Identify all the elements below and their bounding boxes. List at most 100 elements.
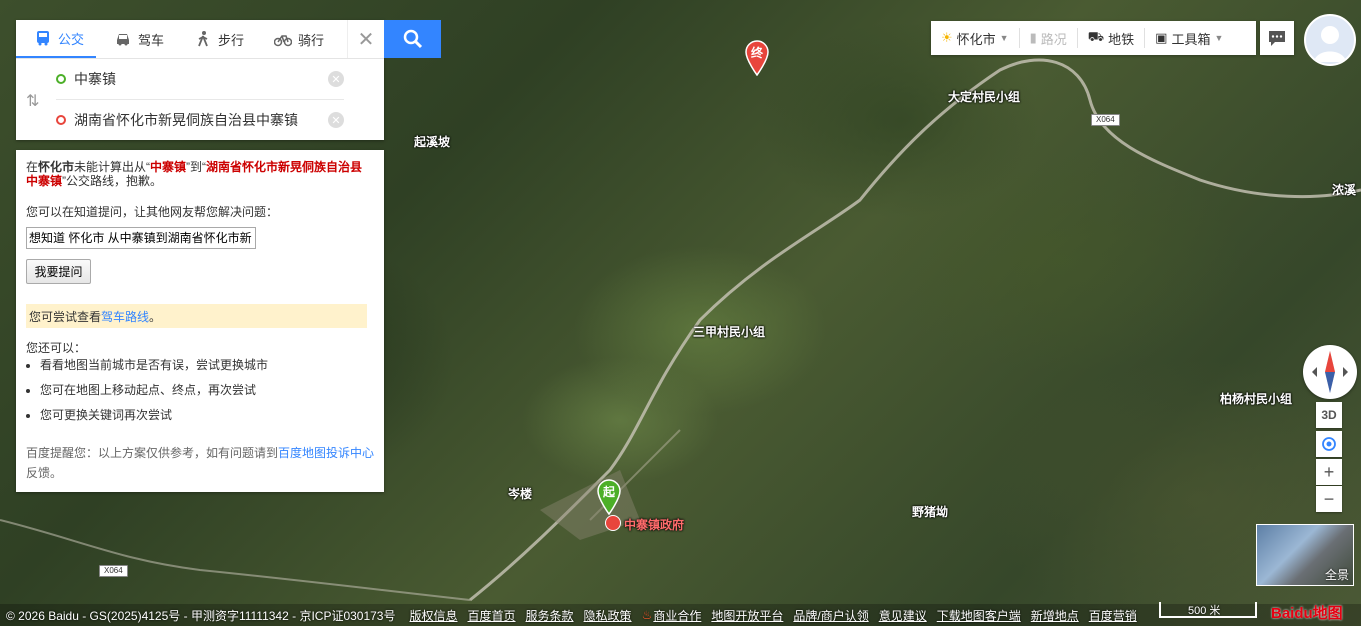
footer-link[interactable]: 隐私政策 xyxy=(584,607,632,624)
traffic-label: 路况 xyxy=(1040,31,1067,47)
traffic-light-icon: ▮ xyxy=(1029,30,1037,45)
locate-icon xyxy=(1322,437,1336,451)
footer-link[interactable]: 服务条款 xyxy=(526,607,574,624)
road-badge-x064: X064 xyxy=(1091,114,1120,126)
msg-text: ”到“ xyxy=(186,160,207,174)
start-field[interactable]: 中寨镇 ✕ xyxy=(56,59,344,100)
tab-drive[interactable]: 驾车 xyxy=(96,20,176,58)
footer-bar: © 2026 Baidu - GS(2025)4125号 - 甲测资字11111… xyxy=(0,604,1361,626)
poi-icon[interactable] xyxy=(605,515,621,531)
end-dot-icon xyxy=(56,115,66,125)
list-item: 您可更换关键词再次尝试 xyxy=(40,407,268,432)
map-label-dading: 大定村民小组 xyxy=(948,90,1021,104)
scale-label: 500 米 xyxy=(1188,605,1221,617)
map-label-yezhuao: 野猪坳 xyxy=(912,505,949,519)
map-label-baiyang: 柏杨村民小组 xyxy=(1220,392,1293,406)
subway-button[interactable]: ⛟ 地铁 xyxy=(1078,28,1146,48)
driving-route-link[interactable]: 驾车路线 xyxy=(101,308,149,325)
map-label-sanjia: 三甲村民小组 xyxy=(693,325,766,339)
tab-bike[interactable]: 骑行 xyxy=(256,20,336,58)
tab-walk[interactable]: 步行 xyxy=(176,20,256,58)
clear-end-icon[interactable]: ✕ xyxy=(328,112,344,128)
toolbox-dropdown[interactable]: ▣ 工具箱 ▼ xyxy=(1145,28,1233,48)
tab-label: 步行 xyxy=(218,32,245,48)
bus-icon xyxy=(37,31,49,46)
subway-label: 地铁 xyxy=(1108,31,1135,47)
complaint-center-link[interactable]: 百度地图投诉中心 xyxy=(278,446,374,460)
start-value: 中寨镇 xyxy=(74,71,116,87)
disclaim-text: 反馈。 xyxy=(26,466,63,480)
compass-icon xyxy=(1312,351,1348,393)
search-icon xyxy=(403,29,422,49)
avatar[interactable] xyxy=(1304,14,1356,66)
city-label: 怀化市 xyxy=(956,31,996,47)
transport-tabs: 公交 驾车 步行 骑行 ✕ xyxy=(16,20,384,59)
panorama-thumbnail[interactable]: 全景 xyxy=(1256,524,1354,586)
msg-text: ”公交路线，抱歉。 xyxy=(62,174,163,188)
end-value: 湖南省怀化市新晃侗族自治县中寨镇 xyxy=(74,112,298,128)
message-button[interactable] xyxy=(1260,21,1294,55)
toolbox-label: 工具箱 xyxy=(1171,31,1211,47)
city-selector[interactable]: ☀ 怀化市 ▼ xyxy=(931,28,1020,48)
close-icon[interactable]: ✕ xyxy=(347,20,384,58)
tips-list: 看看地图当前城市是否有误，尝试更换城市 您可在地图上移动起点、终点，再次尝试 您… xyxy=(26,357,268,432)
road-badge-x064: X064 xyxy=(99,565,128,577)
car-icon xyxy=(117,34,130,46)
msg-text: 未能计算出从“ xyxy=(74,160,151,174)
sun-icon: ☀ xyxy=(941,30,953,45)
try-text: 您可尝试查看 xyxy=(29,309,102,324)
route-result-panel: 在怀化市未能计算出从“中寨镇”到“湖南省怀化市新晃侗族自治县中寨镇”公交路线，抱… xyxy=(16,150,384,492)
copyright-text: © 2026 Baidu - GS(2025)4125号 - 甲测资字11111… xyxy=(6,608,396,623)
ask-hint: 您可以在知道提问，让其他网友帮您解决问题： xyxy=(26,205,279,219)
zoom-in-button[interactable]: + xyxy=(1316,459,1342,485)
traffic-toggle[interactable]: ▮ 路况 xyxy=(1020,28,1078,48)
try-driving-bar: 您可尝试查看 驾车路线。 xyxy=(26,304,367,328)
route-search-box: 公交 驾车 步行 骑行 ✕ ⇅ 中寨镇 ✕ 湖南省怀化市新晃侗族自治县中寨镇 ✕ xyxy=(16,20,384,140)
footer-link[interactable]: 下载地图客户端 xyxy=(937,607,1021,624)
start-marker-label: 起 xyxy=(602,485,615,499)
footer-link[interactable]: 版权信息 xyxy=(410,607,458,624)
also-title: 您还可以： xyxy=(26,341,87,355)
baidu-map-logo[interactable]: Baidu地图 xyxy=(1271,602,1343,623)
end-marker[interactable]: 终 xyxy=(745,40,769,77)
tab-label: 公交 xyxy=(58,31,85,47)
tab-bus[interactable]: 公交 xyxy=(16,20,97,58)
zoom-out-button[interactable]: − xyxy=(1316,486,1342,512)
city-name: 怀化市 xyxy=(38,160,75,174)
footer-link[interactable]: 商业合作 xyxy=(653,607,701,624)
disclaimer: 百度提醒您：以上方案仅供参考，如有问题请到百度地图投诉中心反馈。 xyxy=(26,443,376,483)
footer-link[interactable]: 品牌/商户认领 xyxy=(793,607,868,624)
panorama-label: 全景 xyxy=(1324,568,1349,582)
map-toolbar: ☀ 怀化市 ▼ ▮ 路况 ⛟ 地铁 ▣ 工具箱 ▼ xyxy=(931,21,1256,55)
tab-label: 驾车 xyxy=(138,32,165,48)
walk-icon xyxy=(198,31,208,47)
swap-icon[interactable]: ⇅ xyxy=(26,91,39,111)
footer-link[interactable]: 新增地点 xyxy=(1031,607,1079,624)
bike-icon xyxy=(274,35,293,47)
search-button[interactable] xyxy=(384,20,441,58)
locate-button[interactable] xyxy=(1316,431,1342,457)
end-marker-label: 终 xyxy=(750,46,763,60)
map-label-nongxi: 浓溪 xyxy=(1332,183,1357,197)
clear-start-icon[interactable]: ✕ xyxy=(328,71,344,87)
footer-link[interactable]: 意见建议 xyxy=(879,607,927,624)
subway-icon: ⛟ xyxy=(1087,29,1105,44)
3d-button[interactable]: 3D xyxy=(1316,402,1342,428)
list-item: 看看地图当前城市是否有误，尝试更换城市 xyxy=(40,357,268,382)
map-label-town-gov[interactable]: 中寨镇政府 xyxy=(624,516,684,533)
compass[interactable] xyxy=(1303,345,1357,399)
chat-icon xyxy=(1269,31,1285,46)
ask-question-input[interactable]: 想知道 怀化市 从中寨镇到湖南省怀化市新 xyxy=(26,227,256,249)
from-place: 中寨镇 xyxy=(150,160,187,174)
disclaim-text: 百度提醒您：以上方案仅供参考，如有问题请到 xyxy=(26,446,279,460)
footer-link[interactable]: 地图开放平台 xyxy=(711,607,783,624)
tab-label: 骑行 xyxy=(298,32,325,48)
start-dot-icon xyxy=(56,74,66,84)
footer-link[interactable]: 百度首页 xyxy=(468,607,516,624)
start-marker[interactable]: 起 xyxy=(597,479,621,516)
ask-question-button[interactable]: 我要提问 xyxy=(26,259,91,284)
end-field[interactable]: 湖南省怀化市新晃侗族自治县中寨镇 ✕ xyxy=(56,100,344,140)
footer-link[interactable]: 百度营销 xyxy=(1089,607,1137,624)
toolbox-icon: ▣ xyxy=(1155,30,1168,45)
chevron-down-icon: ▼ xyxy=(1214,33,1224,43)
